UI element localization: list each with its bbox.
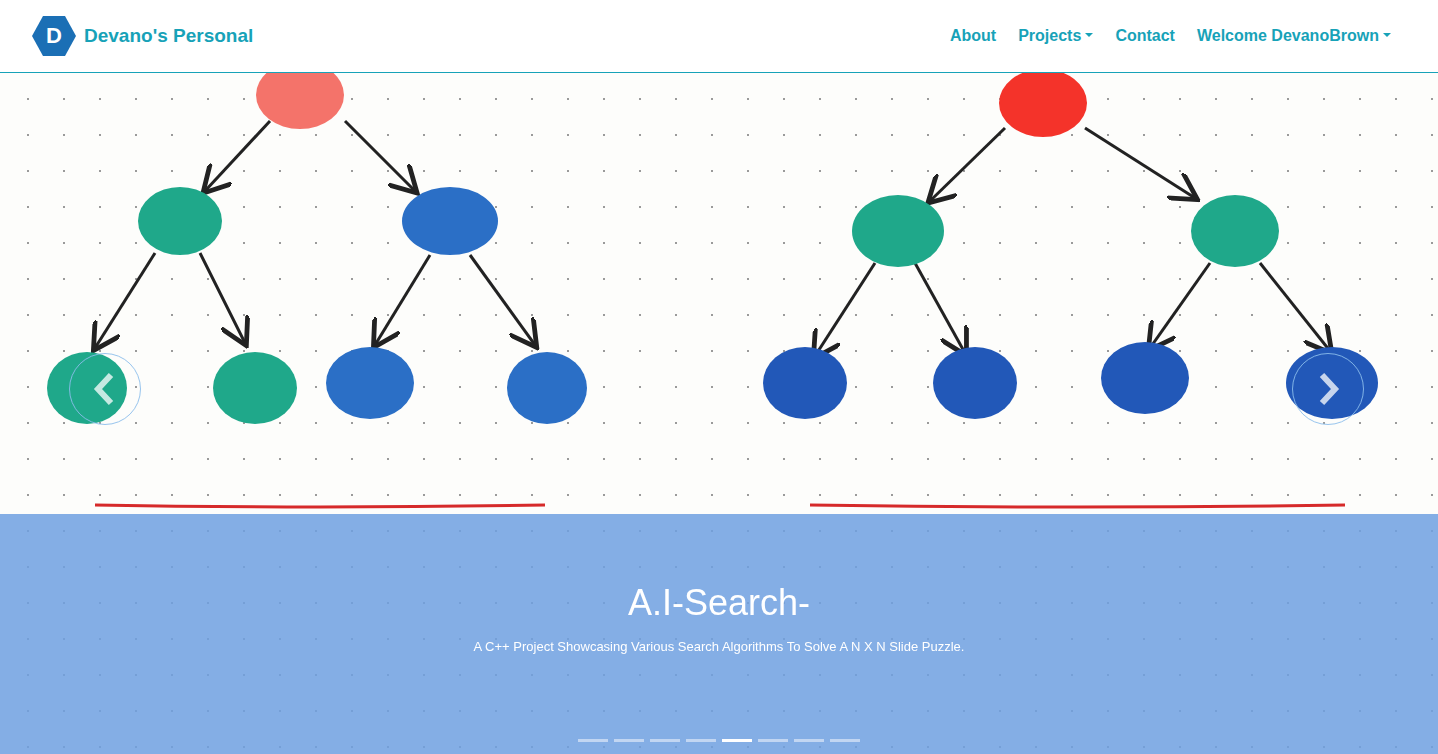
nav-item: Contact [1106,18,1184,54]
logo-icon: D [32,16,76,56]
navbar: D Devano's Personal AboutProjectsContact… [0,0,1438,73]
carousel-indicator[interactable] [650,729,680,752]
chevron-right-icon [1313,371,1343,407]
caption-text: A C++ Project Showcasing Various Search … [474,637,965,657]
brand[interactable]: D Devano's Personal [32,16,253,56]
previous-button[interactable] [69,353,141,425]
carousel-indicator[interactable] [794,729,824,752]
carousel-indicators [216,729,1223,752]
carousel-indicator[interactable] [722,729,752,752]
carousel-indicator[interactable] [578,729,608,752]
carousel-indicator[interactable] [614,729,644,752]
carousel: A.I-Search- A C++ Project Showcasing Var… [0,73,1438,754]
caption-title: A.I-Search- [628,583,810,623]
carousel-indicator[interactable] [830,729,860,752]
nav-item: About [941,18,1005,54]
carousel-indicator[interactable] [758,729,788,752]
next-button[interactable] [1292,353,1364,425]
carousel-indicator[interactable] [686,729,716,752]
nav-dropdown-link[interactable]: Welcome DevanoBrown [1188,18,1400,54]
nav-link[interactable]: Contact [1106,18,1184,54]
nav-link[interactable]: About [941,18,1005,54]
nav-item: Welcome DevanoBrown [1188,18,1400,54]
nav-dropdown-link[interactable]: Projects [1009,18,1102,54]
nav-item: Projects [1009,18,1102,54]
chevron-left-icon [90,371,120,407]
brand-title: Devano's Personal [84,22,253,51]
carousel-caption: A.I-Search- A C++ Project Showcasing Var… [0,514,1438,754]
nav-menu: AboutProjectsContactWelcome DevanoBrown [941,18,1400,54]
